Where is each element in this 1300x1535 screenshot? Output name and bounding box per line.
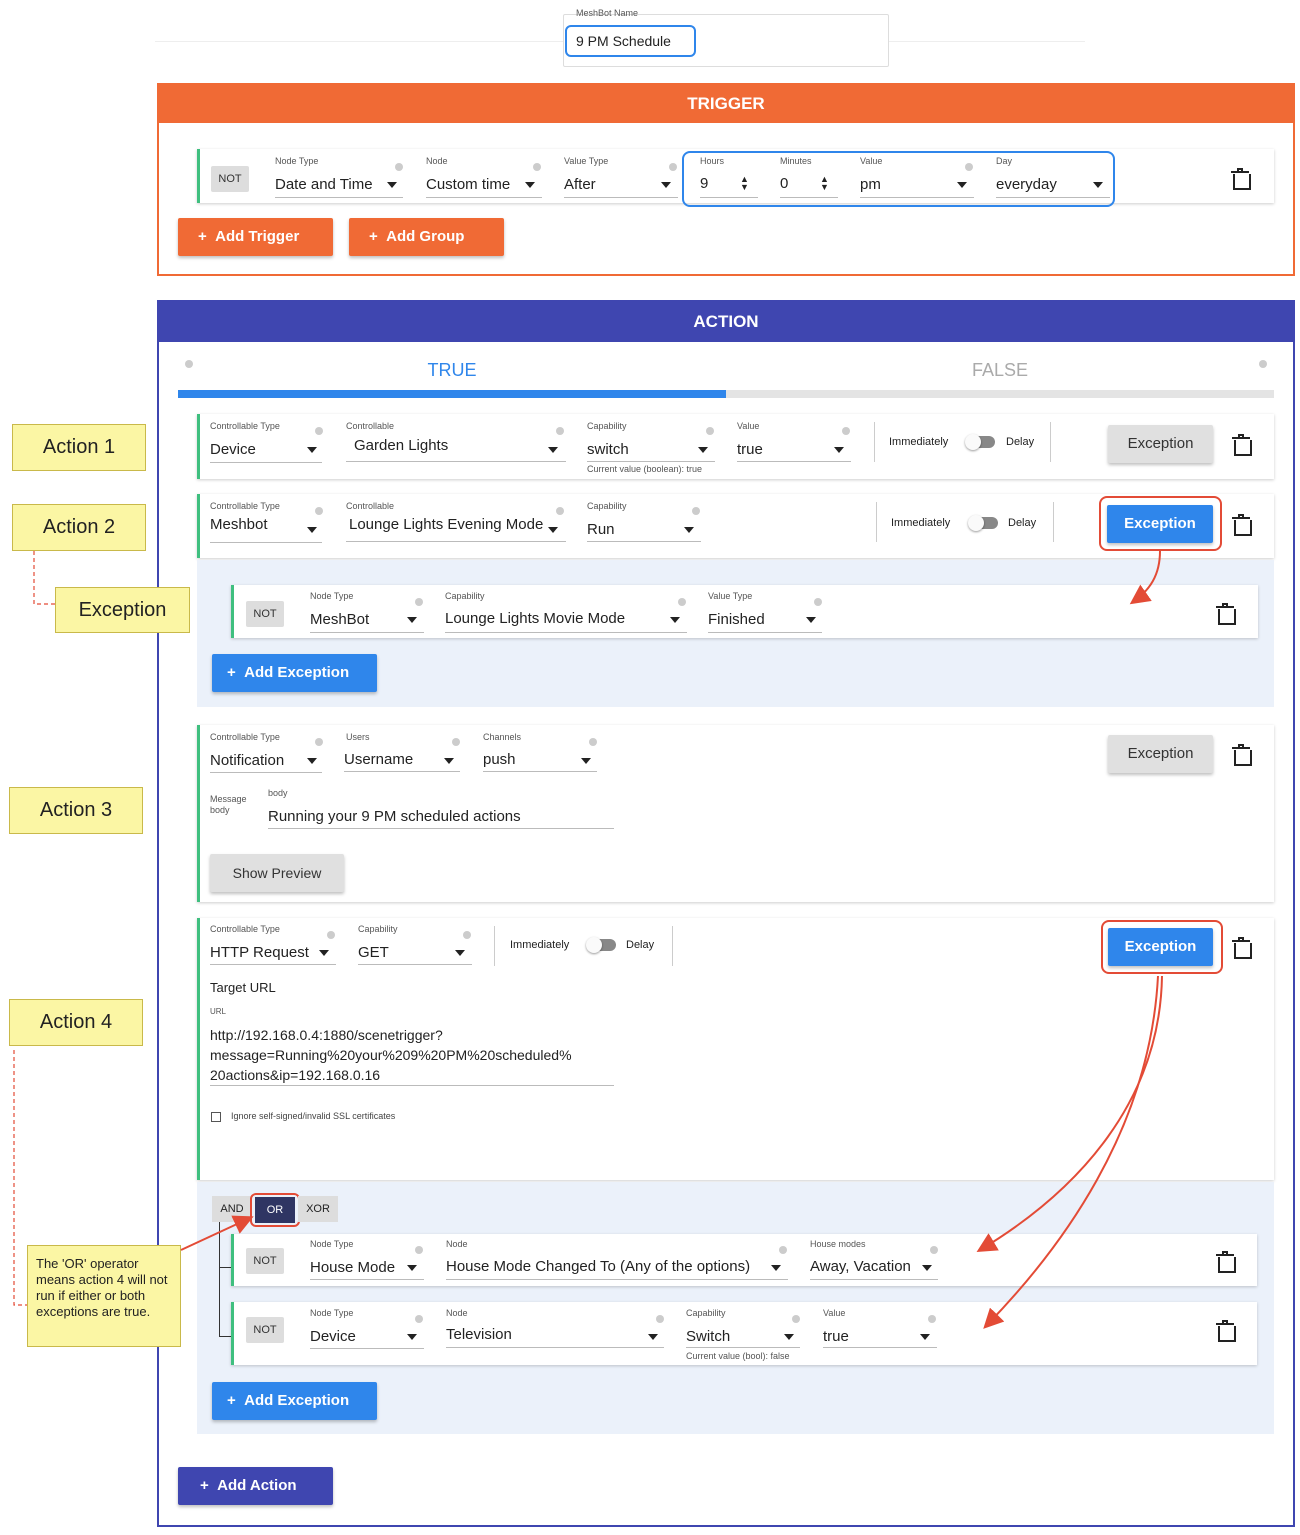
annotation-arrows bbox=[13, 550, 1163, 1329]
